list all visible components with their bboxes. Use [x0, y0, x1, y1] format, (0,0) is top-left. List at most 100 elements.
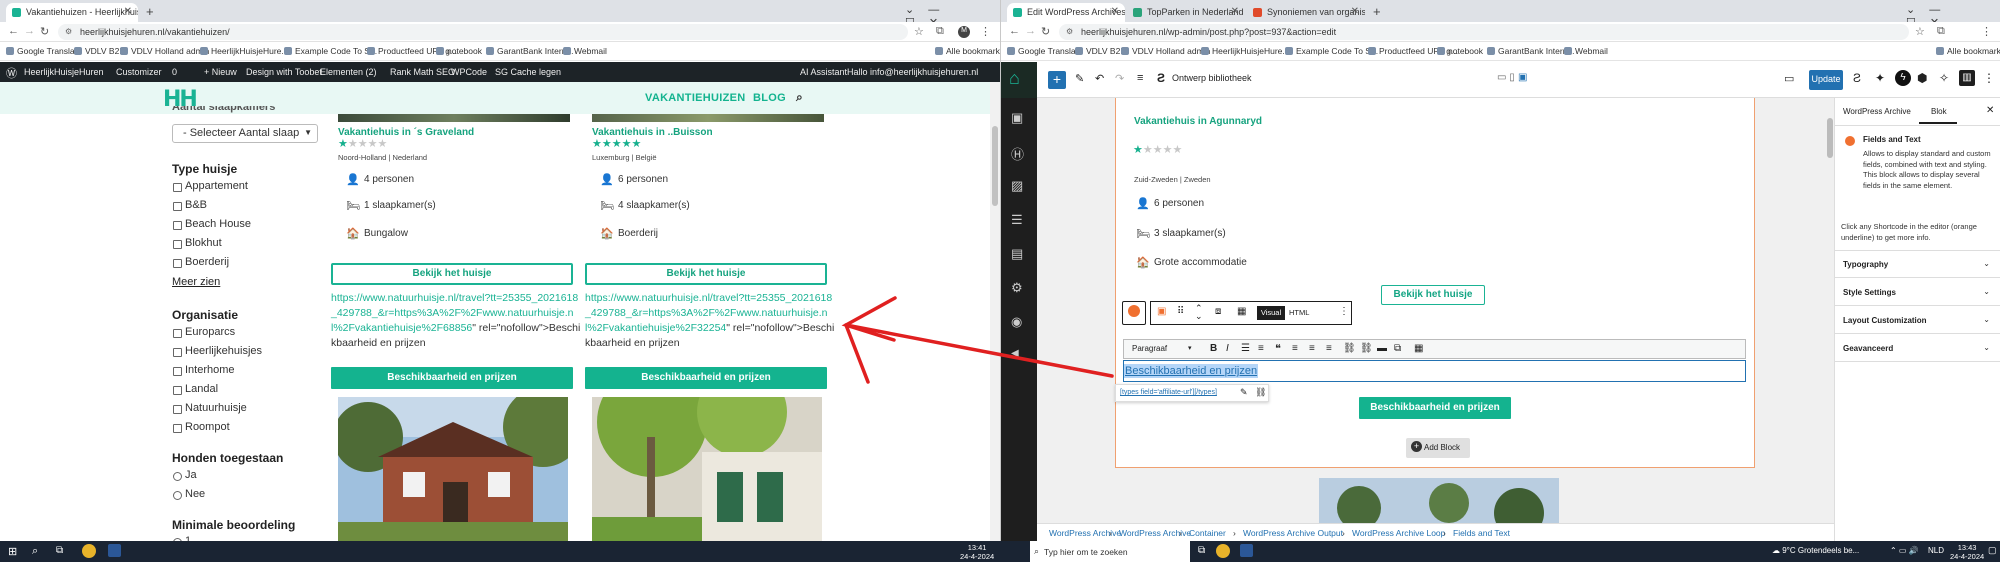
- bookmark-item[interactable]: Google Translate: [6, 46, 82, 56]
- menu-blog[interactable]: BLOG: [753, 92, 786, 104]
- wordpress-icon[interactable]: Ⓦ: [6, 65, 17, 81]
- toolbar-toggle-icon[interactable]: ▦: [1414, 343, 1423, 354]
- add-block-button[interactable]: + Add Block: [1406, 438, 1470, 458]
- calendar-icon[interactable]: ▦: [1237, 306, 1246, 317]
- edit-link-icon[interactable]: ✎: [1240, 387, 1248, 398]
- radio-dogs[interactable]: Ja: [173, 469, 197, 481]
- checkbox-organisation[interactable]: Landal: [173, 383, 218, 395]
- close-tab-icon[interactable]: ✕: [1231, 6, 1239, 17]
- breadcrumb-item[interactable]: Container: [1189, 528, 1226, 538]
- html-tab[interactable]: HTML: [1289, 308, 1309, 317]
- more-tag-icon[interactable]: ▬: [1377, 343, 1387, 354]
- sidebar-tab-archive[interactable]: WordPress Archive: [1843, 107, 1911, 116]
- admin-site-name[interactable]: HeerlijkHuisjeHuren: [24, 67, 104, 77]
- panel-style-settings[interactable]: Style Settings ⌄: [1835, 279, 2000, 306]
- view-house-button[interactable]: Bekijk het huisje: [1381, 285, 1485, 305]
- tab-synoniemen[interactable]: Synoniemen van organisatie ✕: [1247, 3, 1365, 22]
- align-left-icon[interactable]: ≡: [1292, 343, 1298, 354]
- checkbox-type[interactable]: Blokhut: [173, 237, 222, 249]
- more-types-link[interactable]: Meer zien: [172, 276, 220, 288]
- stackable-icon[interactable]: ✦: [1875, 71, 1885, 85]
- heading-icon[interactable]: Ⓗ: [1011, 144, 1024, 163]
- weather-widget[interactable]: ☁ 9°C Grotendeels be...: [1772, 546, 1859, 555]
- redo-icon[interactable]: ↷: [1115, 72, 1124, 85]
- checkbox-type[interactable]: Beach House: [173, 218, 251, 230]
- all-bookmarks[interactable]: Alle bookmarks: [1936, 46, 2000, 56]
- link-icon[interactable]: ⛓: [1343, 343, 1356, 354]
- panel-typography[interactable]: Typography ⌄: [1835, 251, 2000, 278]
- language-indicator[interactable]: NLD: [1928, 546, 1944, 555]
- desktop-preview-icon[interactable]: ▭ ▯: [1497, 72, 1515, 83]
- bookmark-item[interactable]: notebook: [1437, 46, 1483, 56]
- reload-icon[interactable]: ↻: [1041, 25, 1050, 38]
- admin-customizer[interactable]: Customizer: [116, 67, 162, 77]
- radio-dogs[interactable]: Nee: [173, 488, 205, 500]
- move-updown-icon[interactable]: ⌃ ⌄: [1195, 304, 1203, 321]
- admin-greeting[interactable]: Hallo info@heerlijkhuisjehuren.nl: [847, 67, 978, 77]
- view-icon[interactable]: ▭: [1784, 72, 1794, 85]
- document-overview-icon[interactable]: ≡: [1137, 72, 1143, 84]
- view-house-button[interactable]: Bekijk het huisje: [585, 263, 827, 285]
- selected-link-text[interactable]: Beschikbaarheid en prijzen: [1124, 364, 1259, 378]
- bookmark-item[interactable]: GarantBank Intern...: [1487, 46, 1575, 56]
- url-field[interactable]: ⚙ heerlijkhuisjehuren.nl/wp-admin/post.p…: [1059, 24, 1909, 40]
- close-tab-icon[interactable]: ✕: [1111, 6, 1119, 17]
- admin-elements[interactable]: Elementen (2): [320, 67, 377, 77]
- update-button[interactable]: Update: [1809, 70, 1843, 90]
- breadcrumb-item[interactable]: WordPress Archive Loop: [1352, 528, 1445, 538]
- extensions-icon[interactable]: ⧉: [1937, 25, 1945, 38]
- checkbox-type[interactable]: Boerderij: [173, 256, 229, 268]
- italic-icon[interactable]: I: [1226, 343, 1229, 354]
- close-sidebar-icon[interactable]: ✕: [1986, 105, 1994, 116]
- menu-icon[interactable]: ⋮: [1981, 25, 1992, 38]
- raw-affiliate-url-text[interactable]: https://www.natuurhuisje.nl/travel?tt=25…: [585, 291, 835, 351]
- bookmark-item[interactable]: GarantBank Intern...: [486, 46, 574, 56]
- panel-advanced[interactable]: Geavanceerd ⌄: [1835, 335, 2000, 362]
- block-icon[interactable]: ▣: [1157, 306, 1166, 317]
- bookmark-item[interactable]: Example Code To S...: [1285, 46, 1378, 56]
- monitor-icon[interactable]: ▣: [1518, 72, 1527, 83]
- bold-icon[interactable]: B: [1210, 343, 1217, 354]
- drag-handle-icon[interactable]: ⠿: [1177, 306, 1184, 317]
- shortcode-icon[interactable]: ⧉: [1394, 343, 1401, 354]
- bookmark-item[interactable]: Webmail: [1564, 46, 1608, 56]
- availability-button[interactable]: Beschikbaarheid en prijzen: [331, 367, 573, 389]
- options-icon[interactable]: ⋮: [1983, 71, 1995, 85]
- checkbox-organisation[interactable]: Roompot: [173, 421, 230, 433]
- layout-icon[interactable]: ☰: [1011, 212, 1023, 228]
- sidebar-tab-block[interactable]: Blok: [1931, 107, 1947, 116]
- admin-comments-count[interactable]: 0: [172, 67, 177, 77]
- paragraph-select[interactable]: Paragraaf: [1132, 344, 1167, 353]
- image-icon[interactable]: ▨: [1011, 178, 1023, 194]
- all-bookmarks[interactable]: Alle bookmarks: [935, 46, 1000, 56]
- taskbar-search-box[interactable]: ⌕ Typ hier om te zoeken: [1030, 541, 1190, 562]
- jetpack-icon[interactable]: ϟ: [1895, 70, 1911, 86]
- tab-topparken[interactable]: TopParken in Nederland — %C ✕: [1127, 3, 1245, 22]
- undo-icon[interactable]: ↶: [1095, 72, 1104, 85]
- bullet-list-icon[interactable]: ☰: [1241, 343, 1250, 354]
- archive-card-block[interactable]: Vakantiehuis in Agunnaryd ★★★★★ Zuid-Zwe…: [1115, 98, 1755, 468]
- align-right-icon[interactable]: ≡: [1326, 343, 1332, 354]
- visual-tab[interactable]: Visual: [1257, 306, 1285, 320]
- bookmark-item[interactable]: Webmail: [563, 46, 607, 56]
- forward-icon[interactable]: →: [24, 25, 35, 37]
- star-icon[interactable]: ☆: [1915, 25, 1925, 38]
- url-field[interactable]: ⚙ heerlijkhuisjehuren.nl/vakantiehuizen/: [58, 24, 908, 40]
- list-view-icon[interactable]: ▤: [1011, 246, 1023, 262]
- close-tab-icon[interactable]: ✕: [1351, 6, 1359, 17]
- chrome-taskbar-icon[interactable]: [1216, 544, 1230, 558]
- checkbox-organisation[interactable]: Europarcs: [173, 326, 235, 338]
- numbered-list-icon[interactable]: ≡: [1258, 343, 1264, 354]
- word-taskbar-icon[interactable]: [108, 544, 121, 557]
- tray-icons[interactable]: ⌃ ▭ 🔊: [1890, 546, 1919, 555]
- chrome-taskbar-icon[interactable]: [82, 544, 96, 558]
- availability-button[interactable]: Beschikbaarheid en prijzen: [1359, 397, 1511, 419]
- tab-edit-archive[interactable]: Edit WordPress Archives Block ✕: [1007, 3, 1125, 22]
- admin-cache-clear[interactable]: SG Cache legen: [495, 67, 561, 77]
- star-icon[interactable]: ☆: [914, 25, 924, 38]
- menu-vakantiehuizen[interactable]: VAKANTIEHUIZEN: [645, 92, 746, 104]
- extensions-icon[interactable]: ⧉: [936, 25, 944, 38]
- unlink-icon[interactable]: ⛓: [1255, 387, 1266, 398]
- search-icon[interactable]: ⌕: [32, 545, 38, 558]
- plugin-s-icon[interactable]: Ƨ: [1853, 71, 1861, 85]
